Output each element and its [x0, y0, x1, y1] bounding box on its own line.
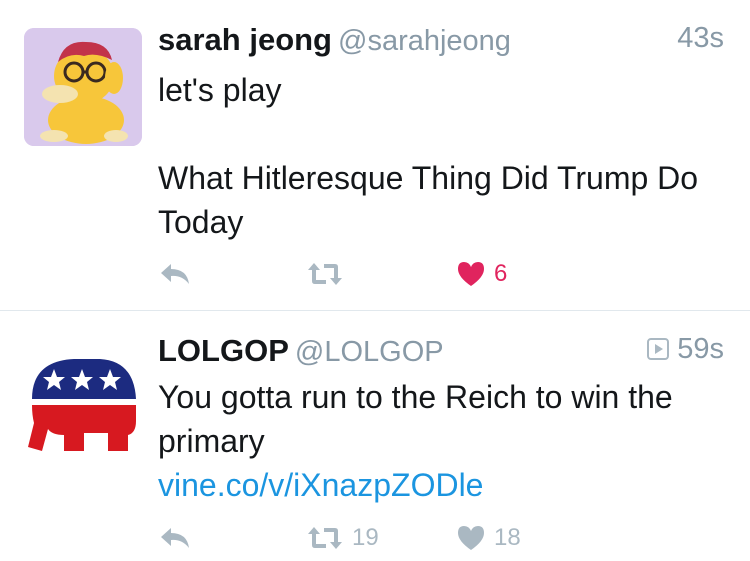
- reply-icon: [161, 264, 189, 284]
- timestamp-text: 59s: [677, 333, 724, 365]
- handle[interactable]: @LOLGOP: [295, 336, 444, 368]
- retweet-icon: [308, 527, 342, 549]
- like-count: 18: [494, 524, 521, 551]
- display-name[interactable]: LOLGOP: [158, 333, 289, 368]
- retweet-button[interactable]: 19: [306, 518, 379, 558]
- tweet-text-line: You gotta run to the Reich to win the pr…: [158, 379, 673, 459]
- vine-badge-icon: [647, 338, 670, 360]
- retweet-count: 19: [352, 524, 379, 551]
- like-button[interactable]: 18: [456, 518, 521, 558]
- tweet-header: LOLGOP @LOLGOP 59s: [158, 333, 724, 377]
- tweet-sarahjeong[interactable]: sarah jeong @sarahjeong 43s let's play Wh…: [0, 0, 750, 311]
- reply-button[interactable]: [158, 254, 192, 294]
- timestamp[interactable]: 43s: [677, 22, 724, 55]
- reply-button[interactable]: [158, 518, 192, 558]
- tweet-text-line: What Hitleresque Thing Did Trump Do Toda…: [158, 160, 699, 240]
- heart-icon: [458, 526, 484, 550]
- tweet-actions: 6: [158, 254, 718, 294]
- psyduck-avatar-icon[interactable]: [24, 28, 142, 146]
- like-count: 6: [494, 260, 508, 287]
- handle[interactable]: @sarahjeong: [338, 25, 511, 57]
- timestamp[interactable]: 59s: [647, 333, 724, 366]
- tweet-text: You gotta run to the Reich to win the pr…: [158, 375, 720, 507]
- heart-icon: [458, 262, 484, 286]
- tweet-text: let's play What Hitleresque Thing Did Tr…: [158, 68, 720, 244]
- like-button[interactable]: 6: [456, 254, 507, 294]
- tweet-text-line: let's play: [158, 72, 282, 108]
- retweet-icon: [308, 263, 342, 285]
- tweet-feed: sarah jeong @sarahjeong 43s let's play Wh…: [0, 0, 750, 561]
- retweet-button[interactable]: [306, 254, 352, 294]
- gop-elephant-icon[interactable]: [24, 339, 142, 457]
- display-name[interactable]: sarah jeong: [158, 22, 332, 57]
- tweet-actions: 19 18: [158, 518, 718, 558]
- tweet-link[interactable]: vine.co/v/iXnazpZODle: [158, 467, 483, 503]
- reply-icon: [161, 528, 189, 548]
- tweet-header: sarah jeong @sarahjeong 43s: [158, 22, 724, 66]
